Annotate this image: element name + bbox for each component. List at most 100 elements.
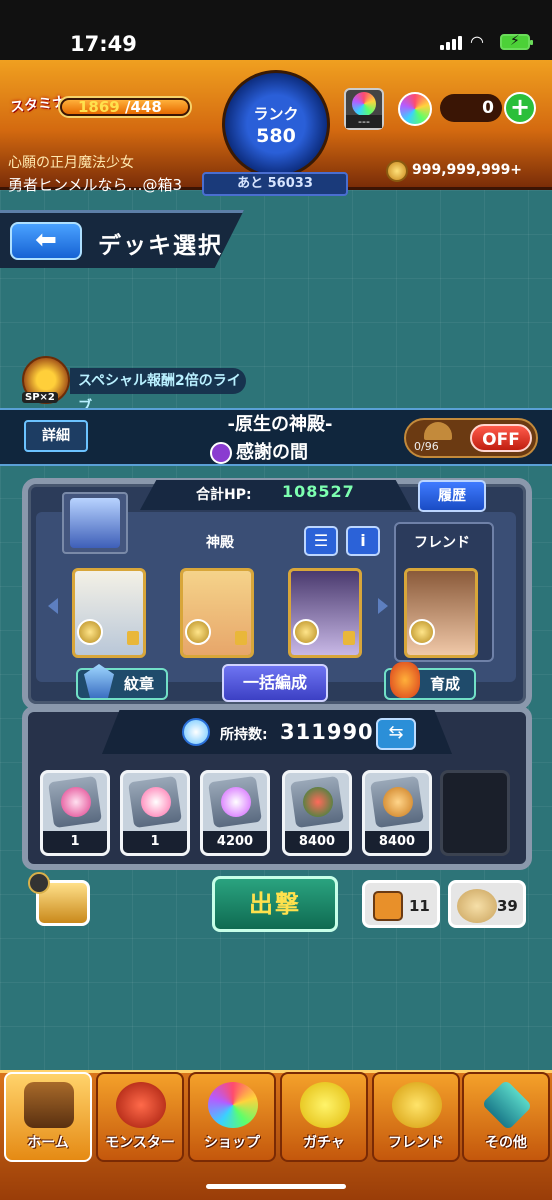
gauge-badge-icon [409, 619, 435, 645]
owned-value: 311990 [280, 720, 374, 744]
nav-gacha[interactable]: ガチャ [280, 1072, 368, 1162]
dice-count: 11 [409, 897, 430, 915]
scroll-left-icon[interactable] [48, 598, 58, 614]
page-title: デッキ選択 [98, 233, 223, 259]
scroll-right-icon[interactable] [378, 598, 388, 614]
item-slot-1[interactable]: 1 [40, 770, 110, 856]
item-slot-4[interactable]: 8400 [282, 770, 352, 856]
rank-label: ランク [253, 105, 299, 123]
status-bar: 17:49 ◠ ⚡ [0, 0, 552, 60]
stamina-value: 1869 /448 [78, 98, 162, 116]
status-time: 17:49 [70, 32, 137, 56]
total-hp-value: 108527 [282, 482, 355, 501]
nav-label: モンスター [105, 1135, 175, 1151]
gauge-badge-icon [185, 619, 211, 645]
coin-count: 999,999,999+ [412, 162, 523, 178]
item-slot-empty[interactable] [440, 770, 510, 856]
lock-icon [343, 631, 355, 645]
dice-button[interactable]: 11 [362, 880, 440, 928]
sp-badge: SP×2 [22, 392, 58, 403]
auto-toggle[interactable]: 0/96 OFF [404, 418, 538, 458]
sparkle-item-icon [221, 787, 251, 817]
rank-badge[interactable]: ランク 580 [222, 70, 330, 178]
nav-label: ショップ [204, 1135, 260, 1151]
list-button[interactable]: ☰ [304, 526, 338, 556]
item-slot-3[interactable]: 4200 [200, 770, 270, 856]
off-button[interactable]: OFF [470, 424, 532, 452]
info-button[interactable]: i [346, 526, 380, 556]
stage-sub-name: 感謝の間 [210, 438, 308, 464]
home-icon [24, 1082, 74, 1128]
stamina-current: 1869 [78, 98, 120, 116]
item-cost: 8400 [365, 831, 429, 853]
orb-count: 0 [440, 94, 502, 122]
history-button[interactable]: 履歴 [418, 480, 486, 512]
nav-monster[interactable]: モンスター [96, 1072, 184, 1162]
gem-box-value: --- [346, 115, 382, 128]
wifi-icon: ◠ [470, 32, 484, 51]
item-cost: 1 [123, 831, 187, 853]
off-count: 0/96 [414, 440, 439, 453]
signal-icon [440, 34, 462, 50]
monster-slot-friend[interactable] [404, 568, 478, 658]
nav-label: その他 [485, 1135, 527, 1151]
other-icon [481, 1079, 533, 1131]
monster-slot-2[interactable] [180, 568, 254, 658]
nav-label: ホーム [27, 1135, 69, 1151]
item-slot-2[interactable]: 1 [120, 770, 190, 856]
lock-icon [235, 631, 247, 645]
battery-icon: ⚡ [500, 33, 533, 50]
special-reward-text: スペシャル報酬2倍のライブ [70, 368, 246, 415]
rainbow-gem-icon [352, 92, 376, 116]
swap-button[interactable]: ⇆ [376, 718, 416, 750]
stage-sub-label: 感謝の間 [236, 442, 308, 463]
buy-orb-button[interactable]: + [504, 92, 536, 124]
back-button[interactable]: ⬅ [10, 222, 82, 260]
quest-subtitle: 勇者ヒンメルなら…@箱3 [8, 176, 183, 194]
cookie-button[interactable]: 39 [448, 880, 526, 928]
crystal-icon [182, 718, 210, 746]
gacha-egg-icon [300, 1082, 350, 1128]
friends-icon [392, 1082, 442, 1128]
status-icons: ◠ ⚡ [440, 32, 533, 51]
friend-label: フレンド [414, 535, 470, 551]
rank-value: 580 [256, 125, 296, 147]
rank-next-exp: あと 56033 [202, 172, 348, 196]
detail-button[interactable]: 詳細 [24, 420, 88, 452]
home-indicator [206, 1184, 346, 1189]
gauge-badge-icon [77, 619, 103, 645]
leader-monster-icon [70, 498, 120, 548]
helmet-icon [424, 422, 452, 440]
lock-icon [127, 631, 139, 645]
item-cost: 1 [43, 831, 107, 853]
orb-icon [208, 1082, 258, 1128]
gem-box[interactable]: --- [344, 88, 384, 130]
nav-friend[interactable]: フレンド [372, 1072, 460, 1162]
stage-element-icon [210, 442, 232, 464]
item-slot-5[interactable]: 8400 [362, 770, 432, 856]
item-cost: 4200 [203, 831, 267, 853]
fruit-item-icon [303, 787, 333, 817]
nav-other[interactable]: その他 [462, 1072, 550, 1162]
total-hp-label: 合計HP: [196, 487, 252, 503]
orb-item-icon [61, 787, 91, 817]
bulk-edit-button[interactable]: 一括編成 [222, 664, 328, 702]
monster-slot-1[interactable] [72, 568, 146, 658]
dragon-icon [116, 1082, 166, 1128]
stage-name: -原生の神殿- [227, 414, 333, 435]
helmet-item-icon [383, 787, 413, 817]
cookie-icon [457, 889, 497, 923]
coin-icon [386, 160, 408, 182]
nav-label: フレンド [388, 1135, 444, 1151]
sortie-button[interactable]: 出撃 [212, 876, 338, 932]
heart-item-icon [141, 787, 171, 817]
dice-icon [373, 891, 403, 921]
cookie-count: 39 [497, 897, 518, 915]
nav-shop[interactable]: ショップ [188, 1072, 276, 1162]
nav-home[interactable]: ホーム [4, 1072, 92, 1162]
grow-icon [390, 662, 420, 698]
item-cost: 8400 [285, 831, 349, 853]
leader-slot[interactable] [62, 492, 128, 554]
monster-slot-3[interactable] [288, 568, 362, 658]
gauge-badge-icon [293, 619, 319, 645]
